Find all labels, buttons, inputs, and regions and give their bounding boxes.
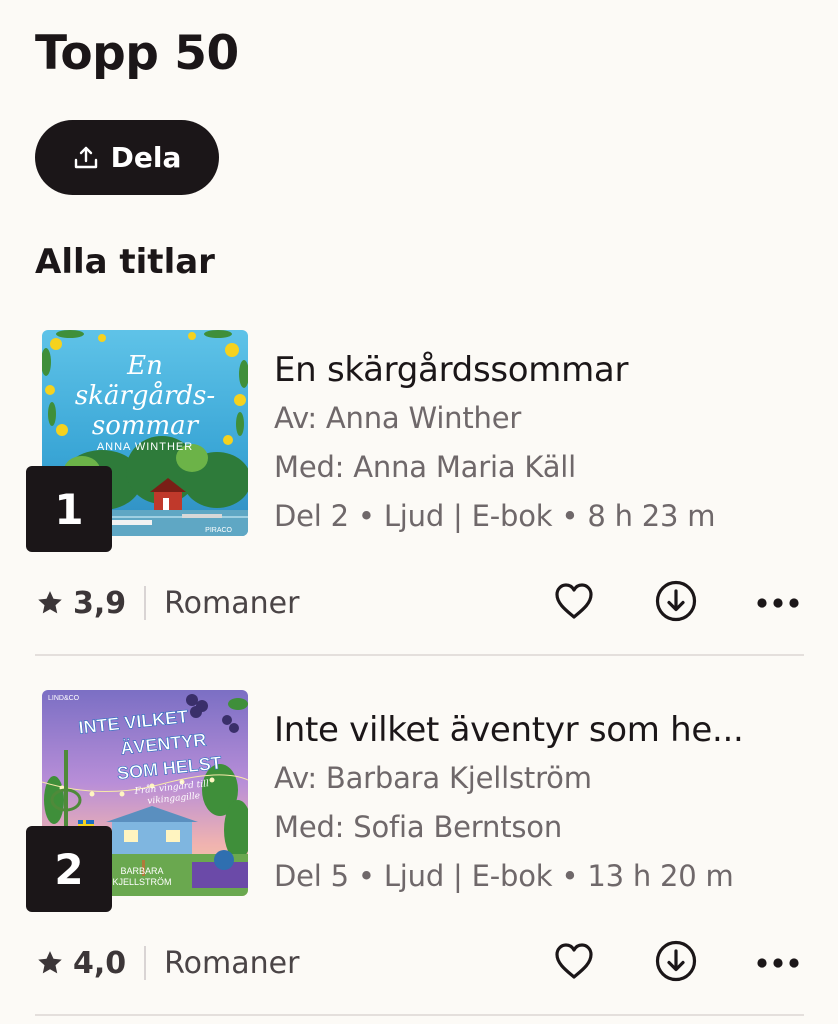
book-info: En skärgårdssommar Av: Anna Winther Med:…	[274, 346, 814, 541]
page-title: Topp 50	[35, 26, 239, 81]
cover-author: ANNA WINTHER	[97, 441, 193, 453]
download-button[interactable]	[653, 940, 699, 986]
star-icon	[35, 948, 65, 978]
share-label: Dela	[110, 141, 182, 174]
share-button[interactable]: Dela	[35, 120, 219, 195]
heart-icon	[553, 941, 595, 985]
download-circle-icon	[654, 579, 698, 627]
more-dots-icon	[756, 594, 800, 613]
rating-row: 4,0 Romaner	[35, 938, 299, 988]
genre-label[interactable]: Romaner	[164, 586, 299, 621]
heart-icon	[553, 581, 595, 625]
rating-value: 4,0	[73, 945, 127, 981]
row-divider	[35, 1014, 804, 1016]
heart-button[interactable]	[551, 940, 597, 986]
book-details: Del 2 • Ljud | E-bok • 8 h 23 m	[274, 499, 716, 533]
book-info: Inte vilket äventyr som he... Av: Barbar…	[274, 706, 814, 901]
cover-publisher: PIRACO	[205, 527, 232, 534]
row-divider	[35, 654, 804, 656]
cover-author-line: BARBARA	[120, 866, 163, 876]
more-dots-icon	[756, 954, 800, 973]
download-circle-icon	[654, 939, 698, 987]
section-title: Alla titlar	[35, 242, 215, 282]
rating-value: 3,9	[73, 585, 127, 621]
more-button[interactable]	[755, 580, 801, 626]
rating-divider	[144, 586, 147, 620]
cover-publisher: LIND&CO	[48, 695, 80, 702]
more-button[interactable]	[755, 940, 801, 986]
genre-label[interactable]: Romaner	[164, 946, 299, 981]
book-narrator: Med: Sofia Berntson	[274, 810, 562, 844]
book-author: Av: Anna Winther	[274, 401, 522, 435]
share-upload-icon	[73, 145, 99, 171]
cover-title-line: En	[126, 351, 163, 381]
rating-divider	[144, 946, 147, 980]
star-icon	[35, 588, 65, 618]
rank-badge: 2	[26, 826, 112, 912]
top50-page: Topp 50 Dela Alla titlar En skärgårds- s…	[0, 0, 838, 1024]
book-title[interactable]: En skärgårdssommar	[274, 346, 814, 394]
rank-badge: 1	[26, 466, 112, 552]
heart-button[interactable]	[551, 580, 597, 626]
cover-author-line: KJELLSTRÖM	[112, 877, 171, 887]
book-details: Del 5 • Ljud | E-bok • 13 h 20 m	[274, 859, 734, 893]
book-author: Av: Barbara Kjellström	[274, 761, 592, 795]
cover-title-line: sommar	[92, 411, 200, 441]
book-title[interactable]: Inte vilket äventyr som he...	[274, 706, 814, 754]
book-list-item[interactable]: INTE VILKET ÄVENTYR SOM HELST Från vingå…	[0, 680, 838, 1024]
cover-title-line: skärgårds-	[75, 380, 215, 411]
book-narrator: Med: Anna Maria Käll	[274, 450, 577, 484]
download-button[interactable]	[653, 580, 699, 626]
book-list-item[interactable]: En skärgårds- sommar ANNA WINTHER PIRACO…	[0, 320, 838, 680]
rating-row: 3,9 Romaner	[35, 578, 299, 628]
